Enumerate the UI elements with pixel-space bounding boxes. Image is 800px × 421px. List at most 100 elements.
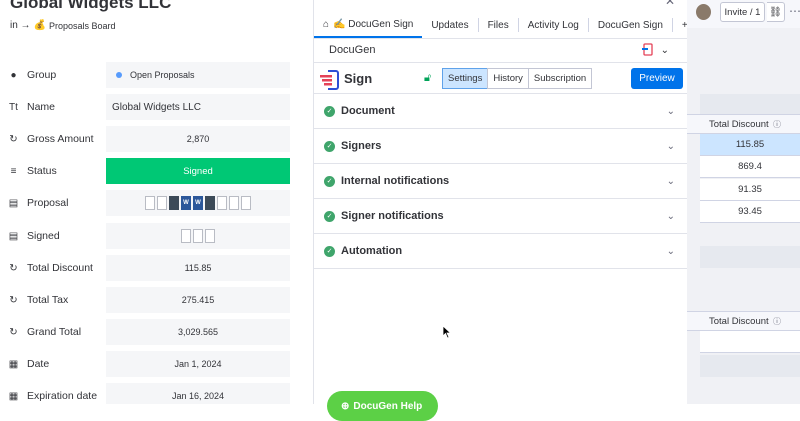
tab-label: ✍ DocuGen Sign — [333, 18, 414, 30]
tab-activity-log[interactable]: Activity Log — [519, 18, 589, 32]
formula-icon: ↻ — [9, 294, 18, 306]
chevron-down-icon: ⌄ — [666, 245, 675, 257]
tab-files[interactable]: Files — [479, 18, 519, 32]
docugen-logo-icon[interactable] — [641, 43, 655, 57]
section-document[interactable]: ✓ Document ⌄ — [314, 94, 688, 129]
date-value[interactable]: Jan 1, 2024 — [106, 351, 290, 377]
text-type-icon: Tt — [9, 101, 18, 113]
section-signer-notifications[interactable]: ✓ Signer notifications ⌄ — [314, 199, 688, 234]
column-label: Proposal — [27, 197, 69, 209]
grand-total-value[interactable]: 3,029.565 — [106, 319, 290, 345]
table-cell[interactable]: 115.85 — [700, 134, 800, 156]
column-row-date: ▦ Date Jan 1, 2024 — [0, 351, 313, 377]
column-header-label: Total Discount — [709, 315, 769, 327]
invite-button[interactable]: Invite / 1 — [720, 2, 765, 22]
board-cell — [700, 355, 800, 377]
file-thumbnail[interactable] — [229, 196, 239, 210]
section-internal-notifications[interactable]: ✓ Internal notifications ⌄ — [314, 164, 688, 199]
column-label: Total Tax — [27, 294, 69, 306]
section-label: Automation — [341, 245, 403, 257]
board-header: Invite / 1 ⛓︎ ⋯ — [687, 0, 800, 28]
sign-title: Sign — [344, 71, 373, 86]
status-badge[interactable]: Signed — [106, 158, 290, 184]
file-thumbnail[interactable] — [241, 196, 251, 210]
divider — [314, 38, 688, 39]
sign-toolbar: Sign 🔓︎ Settings History Subscription Pr… — [314, 63, 688, 95]
section-signers[interactable]: ✓ Signers ⌄ — [314, 129, 688, 164]
calendar-icon: ▦ — [8, 390, 19, 402]
lock-open-icon[interactable]: 🔓︎ — [424, 72, 431, 85]
total-discount-value[interactable]: 115.85 — [106, 255, 290, 281]
link-icon[interactable]: ⛓︎ — [767, 2, 785, 22]
column-row-total-discount: ↻ Total Discount 115.85 — [0, 255, 313, 281]
close-icon[interactable]: ✕ — [665, 0, 675, 8]
section-label: Signer notifications — [341, 210, 444, 222]
name-value[interactable]: Global Widgets LLC — [106, 94, 290, 120]
chevron-down-icon: ⌄ — [666, 175, 675, 187]
group-name: Open Proposals — [130, 70, 195, 80]
docugen-help-button[interactable]: ⊕ DocuGen Help — [327, 391, 438, 421]
chevron-down-icon: ⌄ — [666, 210, 675, 222]
breadcrumb-prefix: in → — [10, 20, 31, 31]
formula-icon: ↻ — [9, 133, 18, 145]
section-label: Internal notifications — [341, 175, 450, 187]
file-icon: ▤ — [8, 230, 19, 242]
group-icon: ● — [10, 69, 17, 81]
status-icon: ≡ — [10, 165, 17, 177]
formula-icon: ↻ — [9, 262, 18, 274]
tab-docugen-sign-active[interactable]: ⌂ ✍ DocuGen Sign — [314, 12, 423, 38]
subscription-button[interactable]: Subscription — [527, 68, 593, 89]
file-thumbnail[interactable] — [217, 196, 227, 210]
group-value[interactable]: Open Proposals — [106, 62, 290, 88]
column-label: Status — [27, 165, 57, 177]
item-card: Global Widgets LLC in → 💰 Proposals Boar… — [0, 0, 313, 404]
chevron-down-icon: ⌄ — [666, 140, 675, 152]
home-icon: ⌂ — [323, 18, 330, 30]
table-cell[interactable]: 93.45 — [700, 201, 800, 223]
column-label: Date — [27, 358, 50, 370]
app-name: DocuGen — [329, 44, 376, 56]
info-icon[interactable]: ⓘ — [773, 316, 781, 327]
item-title[interactable]: Global Widgets LLC — [10, 0, 171, 13]
breadcrumb-board-link[interactable]: Proposals Board — [49, 21, 116, 31]
expiration-date-value[interactable]: Jan 16, 2024 — [106, 383, 290, 404]
total-tax-value[interactable]: 275.415 — [106, 287, 290, 313]
check-circle-icon: ✓ — [324, 210, 335, 222]
word-file-icon[interactable]: W — [181, 196, 191, 210]
table-cell[interactable] — [700, 331, 800, 353]
tab-docugen-sign[interactable]: DocuGen Sign — [589, 18, 673, 32]
proposal-files[interactable]: W W — [106, 190, 290, 216]
gross-amount-value[interactable]: 2,870 — [106, 126, 290, 152]
table-cell[interactable]: 91.35 — [700, 179, 800, 201]
column-header-total-discount[interactable]: Total Discount ⓘ — [687, 114, 800, 134]
view-toggle-group: Settings History Subscription — [442, 68, 593, 89]
column-label: Gross Amount — [27, 133, 94, 145]
chevron-down-icon[interactable]: ⌄ — [661, 45, 669, 56]
more-icon[interactable]: ⋯ — [789, 4, 800, 18]
file-thumbnail[interactable] — [205, 196, 215, 210]
tab-updates[interactable]: Updates — [422, 18, 479, 32]
table-cell[interactable]: 869.4 — [700, 156, 800, 178]
section-automation[interactable]: ✓ Automation ⌄ — [314, 234, 688, 269]
file-thumbnail[interactable] — [181, 229, 191, 243]
file-thumbnail[interactable] — [145, 196, 155, 210]
file-thumbnail[interactable] — [157, 196, 167, 210]
file-thumbnail[interactable] — [193, 229, 203, 243]
avatar[interactable] — [696, 4, 711, 20]
column-label: Grand Total — [27, 326, 82, 338]
help-label: DocuGen Help — [353, 400, 423, 412]
help-icon: ⊕ — [341, 400, 350, 412]
word-file-icon[interactable]: W — [193, 196, 203, 210]
file-thumbnail[interactable] — [205, 229, 215, 243]
app-header-actions: ⌄ — [641, 43, 669, 57]
check-circle-icon: ✓ — [324, 105, 335, 117]
signed-files[interactable] — [106, 223, 290, 249]
file-thumbnail[interactable] — [169, 196, 179, 210]
info-icon[interactable]: ⓘ — [773, 119, 781, 130]
settings-button[interactable]: Settings — [442, 68, 489, 89]
column-header-total-discount-2[interactable]: Total Discount ⓘ — [687, 311, 800, 331]
preview-button[interactable]: Preview — [631, 68, 683, 89]
history-button[interactable]: History — [487, 68, 529, 89]
section-label: Document — [341, 105, 395, 117]
column-row-grand-total: ↻ Grand Total 3,029.565 — [0, 319, 313, 345]
